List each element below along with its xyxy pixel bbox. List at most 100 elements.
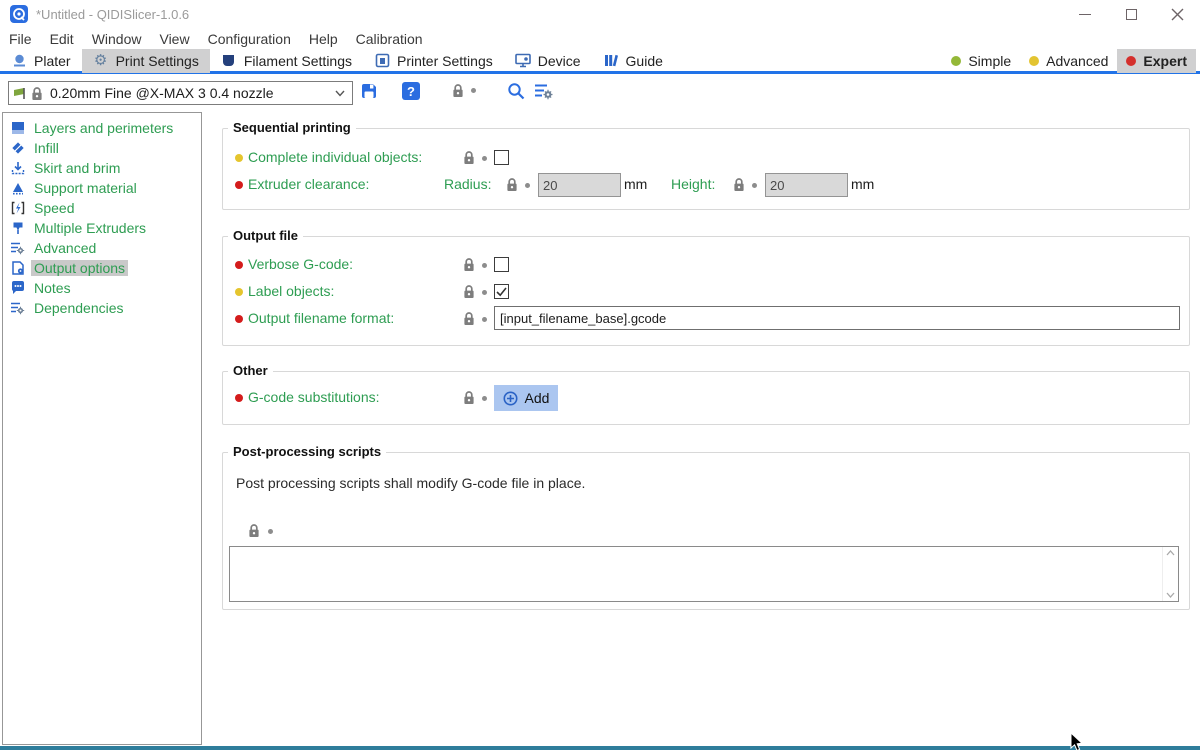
mode-expert[interactable]: Expert xyxy=(1117,49,1196,73)
group-title: Post-processing scripts xyxy=(228,444,386,459)
sidebar-item-label: Advanced xyxy=(31,240,99,256)
height-input[interactable] xyxy=(765,173,848,197)
revert-bullet-icon[interactable] xyxy=(525,183,530,188)
menu-calibration[interactable]: Calibration xyxy=(347,31,432,47)
tab-plater[interactable]: Plater xyxy=(0,49,82,73)
save-preset-button[interactable] xyxy=(360,82,378,100)
tab-label: Filament Settings xyxy=(244,53,352,69)
modified-dot-icon xyxy=(235,154,243,162)
device-icon xyxy=(515,53,531,69)
lock-icon[interactable] xyxy=(248,523,260,538)
sidebar-item-output-options[interactable]: Output options xyxy=(3,258,201,278)
modified-dot-icon xyxy=(235,315,243,323)
revert-bullet-icon[interactable] xyxy=(482,290,487,295)
menu-file[interactable]: File xyxy=(0,31,41,47)
lock-bullet-icon xyxy=(471,88,476,93)
menubar: File Edit Window View Configuration Help… xyxy=(0,28,1200,50)
close-icon xyxy=(1171,8,1184,21)
menu-help[interactable]: Help xyxy=(300,31,347,47)
revert-bullet-icon[interactable] xyxy=(268,529,273,534)
revert-bullet-icon[interactable] xyxy=(482,263,487,268)
lock-icon[interactable] xyxy=(463,150,475,165)
minimize-icon xyxy=(1079,14,1091,15)
height-label: Height: xyxy=(671,176,715,192)
app-logo-icon xyxy=(10,5,28,23)
lock-icon[interactable] xyxy=(463,284,475,299)
menu-window[interactable]: Window xyxy=(83,31,151,47)
sidebar-item-label: Multiple Extruders xyxy=(31,220,149,236)
mode-advanced[interactable]: Advanced xyxy=(1020,49,1117,73)
revert-bullet-icon[interactable] xyxy=(482,156,487,161)
post-processing-scripts-textarea[interactable] xyxy=(229,546,1179,602)
option-row-label-objects: Label objects: xyxy=(223,279,1189,305)
lock-icon[interactable] xyxy=(506,177,518,192)
mode-simple[interactable]: Simple xyxy=(942,49,1020,73)
layers-icon xyxy=(10,121,25,136)
lock-icon[interactable] xyxy=(733,177,745,192)
tab-label: Device xyxy=(538,53,581,69)
plater-icon xyxy=(11,53,27,69)
scroll-down-icon[interactable] xyxy=(1166,592,1175,598)
titlebar: *Untitled - QIDISlicer-1.0.6 xyxy=(0,0,1200,28)
minimize-button[interactable] xyxy=(1062,0,1108,28)
tab-filament-settings[interactable]: Filament Settings xyxy=(210,49,363,73)
sidebar-item-layers-and-perimeters[interactable]: Layers and perimeters xyxy=(3,118,201,138)
lock-icon[interactable] xyxy=(463,257,475,272)
verbose-gcode-checkbox[interactable] xyxy=(494,257,509,272)
sidebar-item-skirt-and-brim[interactable]: Skirt and brim xyxy=(3,158,201,178)
window-bottom-edge xyxy=(0,746,1200,750)
preset-dropdown[interactable]: 0.20mm Fine @X-MAX 3 0.4 nozzle xyxy=(8,81,353,105)
skirt-icon xyxy=(10,161,25,176)
sidebar-item-advanced[interactable]: Advanced xyxy=(3,238,201,258)
output-filename-format-input[interactable] xyxy=(494,306,1180,330)
lock-toggle-button[interactable] xyxy=(452,83,464,98)
sidebar-item-label: Dependencies xyxy=(31,300,127,316)
sidebar-item-label: Skirt and brim xyxy=(31,160,123,176)
maximize-button[interactable] xyxy=(1108,0,1154,28)
option-label: Extruder clearance: xyxy=(248,176,369,192)
height-unit: mm xyxy=(851,176,874,192)
sidebar-item-support-material[interactable]: Support material xyxy=(3,178,201,198)
revert-bullet-icon[interactable] xyxy=(482,396,487,401)
tab-print-settings[interactable]: ⚙ Print Settings xyxy=(82,49,210,73)
preset-toolbar: 0.20mm Fine @X-MAX 3 0.4 nozzle ? xyxy=(0,77,1200,110)
compare-help-button[interactable]: ? xyxy=(402,82,420,100)
filament-icon xyxy=(221,53,237,69)
group-output-file: Output file Verbose G-code: Label object… xyxy=(222,236,1190,346)
revert-bullet-icon[interactable] xyxy=(752,183,757,188)
group-post-processing-scripts: Post-processing scripts Post processing … xyxy=(222,452,1190,610)
sidebar-item-speed[interactable]: Speed xyxy=(3,198,201,218)
tab-device[interactable]: Device xyxy=(504,49,592,73)
sidebar-item-notes[interactable]: Notes xyxy=(3,278,201,298)
sidebar-item-infill[interactable]: Infill xyxy=(3,138,201,158)
preset-name: 0.20mm Fine @X-MAX 3 0.4 nozzle xyxy=(50,85,274,101)
close-button[interactable] xyxy=(1154,0,1200,28)
search-button[interactable] xyxy=(507,82,526,101)
tab-guide[interactable]: Guide xyxy=(592,49,674,73)
label-objects-checkbox[interactable] xyxy=(494,284,509,299)
complete-individual-objects-checkbox[interactable] xyxy=(494,150,509,165)
menu-view[interactable]: View xyxy=(150,31,198,47)
textarea-scrollbar[interactable] xyxy=(1162,547,1178,601)
add-substitution-button[interactable]: Add xyxy=(494,385,558,411)
lock-icon[interactable] xyxy=(463,390,475,405)
group-other: Other G-code substitutions: Add xyxy=(222,371,1190,425)
revert-bullet-icon[interactable] xyxy=(482,317,487,322)
lock-icon[interactable] xyxy=(463,311,475,326)
scroll-up-icon[interactable] xyxy=(1166,550,1175,556)
radius-input[interactable] xyxy=(538,173,621,197)
sidebar-item-dependencies[interactable]: Dependencies xyxy=(3,298,201,318)
mouse-cursor xyxy=(1070,733,1084,753)
menu-edit[interactable]: Edit xyxy=(41,31,83,47)
settings-list-button[interactable] xyxy=(533,82,553,100)
tab-printer-settings[interactable]: Printer Settings xyxy=(363,49,504,73)
infill-icon xyxy=(10,141,25,156)
option-row-post-processing xyxy=(223,518,1189,544)
menu-configuration[interactable]: Configuration xyxy=(199,31,300,47)
chevron-down-icon xyxy=(335,90,345,97)
tab-label: Guide xyxy=(626,53,663,69)
modified-dot-icon xyxy=(235,288,243,296)
window-title: *Untitled - QIDISlicer-1.0.6 xyxy=(36,7,189,22)
sidebar-item-multiple-extruders[interactable]: Multiple Extruders xyxy=(3,218,201,238)
mode-switcher: Simple Advanced Expert xyxy=(942,49,1196,73)
